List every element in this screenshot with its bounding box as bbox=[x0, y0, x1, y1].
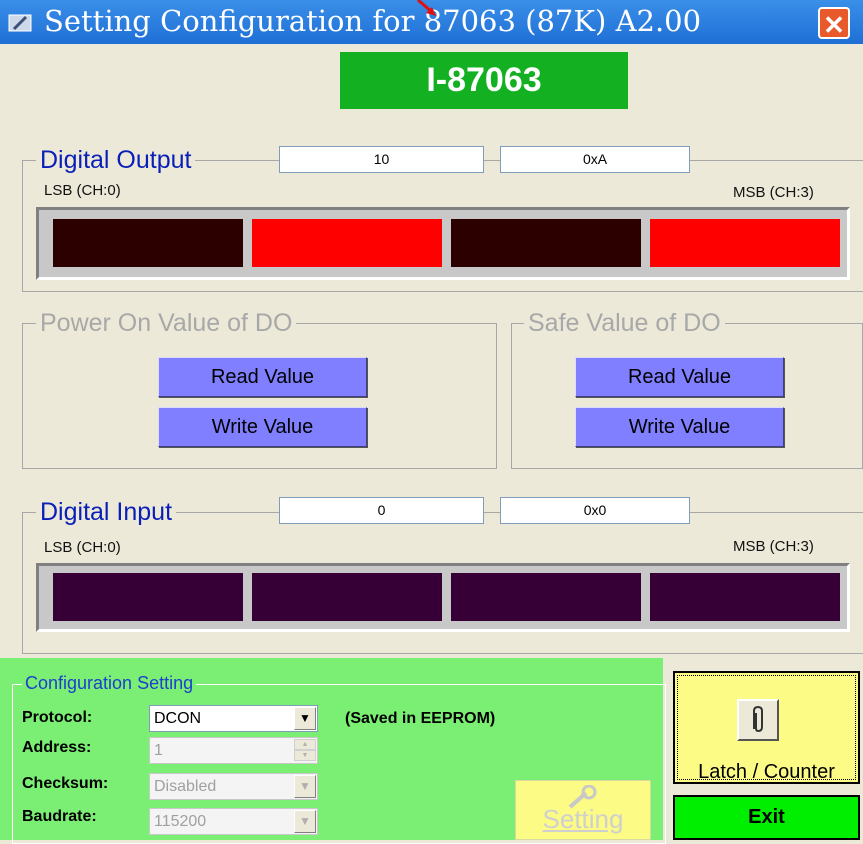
protocol-label: Protocol: bbox=[22, 709, 93, 726]
setting-button[interactable]: Setting bbox=[515, 780, 651, 840]
digital-input-led-panel bbox=[36, 563, 850, 632]
address-spin-buttons[interactable]: ▲ ▼ bbox=[294, 739, 316, 762]
digital-input-msb-label: MSB (CH:3) bbox=[733, 538, 814, 555]
safe-write-value-button[interactable]: Write Value bbox=[575, 407, 784, 447]
saved-in-eeprom-note: (Saved in EEPROM) bbox=[345, 710, 496, 727]
address-value: 1 bbox=[154, 742, 163, 759]
digital-input-hex-value: 0x0 bbox=[500, 497, 690, 524]
baudrate-label: Baudrate: bbox=[22, 808, 97, 825]
latch-counter-label: Latch / Counter bbox=[698, 761, 835, 783]
baudrate-select[interactable]: 115200 ▼ bbox=[149, 808, 318, 835]
baudrate-value: 115200 bbox=[154, 813, 207, 830]
latch-counter-button[interactable]: Latch / Counter bbox=[673, 671, 860, 784]
di-channel-1-led bbox=[252, 573, 442, 621]
protocol-value: DCON bbox=[154, 710, 202, 727]
di-channel-0-led bbox=[53, 573, 243, 621]
power-on-value-title: Power On Value of DO bbox=[36, 309, 297, 338]
di-channel-2-led bbox=[451, 573, 641, 621]
chevron-down-icon[interactable]: ▼ bbox=[294, 707, 316, 730]
safe-value-title: Safe Value of DO bbox=[524, 309, 725, 338]
app-icon bbox=[8, 14, 32, 32]
close-button[interactable]: ✕ bbox=[818, 7, 850, 40]
address-spinner[interactable]: 1 ▲ ▼ bbox=[149, 737, 318, 764]
digital-output-title: Digital Output bbox=[36, 146, 196, 175]
pointer-arrow-icon bbox=[417, 0, 436, 16]
safe-read-value-button[interactable]: Read Value bbox=[575, 357, 784, 397]
chevron-down-icon[interactable]: ▼ bbox=[294, 810, 316, 833]
digital-output-msb-label: MSB (CH:3) bbox=[733, 184, 814, 201]
digital-output-lsb-label: LSB (CH:0) bbox=[44, 182, 121, 199]
chevron-down-icon[interactable]: ▼ bbox=[294, 775, 316, 798]
module-name-badge: I-87063 bbox=[340, 52, 628, 109]
digital-output-led-panel bbox=[36, 207, 850, 280]
digital-input-decimal-value: 0 bbox=[279, 497, 484, 524]
do-channel-3-led[interactable] bbox=[650, 219, 840, 267]
configuration-title: Configuration Setting bbox=[22, 673, 197, 694]
paperclip-icon bbox=[737, 699, 779, 741]
do-channel-0-led[interactable] bbox=[53, 219, 243, 267]
power-on-read-value-button[interactable]: Read Value bbox=[158, 357, 367, 397]
protocol-select[interactable]: DCON ▼ bbox=[149, 705, 318, 732]
digital-input-title: Digital Input bbox=[36, 498, 177, 527]
address-label: Address: bbox=[22, 739, 92, 756]
checksum-label: Checksum: bbox=[22, 775, 109, 792]
digital-output-hex-value: 0xA bbox=[500, 146, 690, 173]
setting-button-label: Setting bbox=[542, 804, 624, 834]
checksum-value: Disabled bbox=[154, 778, 217, 795]
power-on-write-value-button[interactable]: Write Value bbox=[158, 407, 367, 447]
di-channel-3-led bbox=[650, 573, 840, 621]
exit-button[interactable]: Exit bbox=[673, 795, 860, 840]
digital-input-lsb-label: LSB (CH:0) bbox=[44, 539, 121, 556]
do-channel-2-led[interactable] bbox=[451, 219, 641, 267]
checksum-select[interactable]: Disabled ▼ bbox=[149, 773, 318, 800]
digital-output-decimal-value: 10 bbox=[279, 146, 484, 173]
do-channel-1-led[interactable] bbox=[252, 219, 442, 267]
window-title: Setting Configuration for 87063 (87K) A2… bbox=[44, 4, 702, 38]
